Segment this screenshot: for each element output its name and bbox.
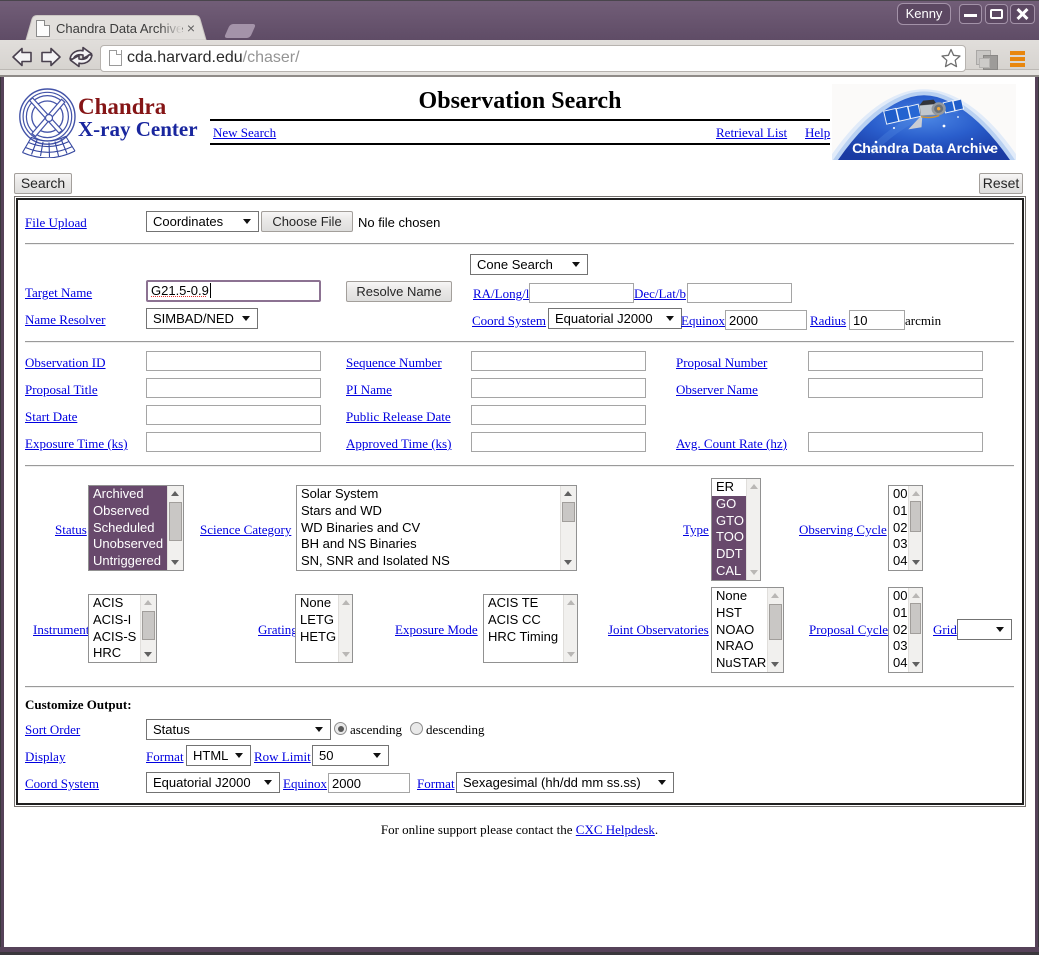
svg-text:Chandra Data Archive: Chandra Data Archive	[852, 140, 998, 156]
